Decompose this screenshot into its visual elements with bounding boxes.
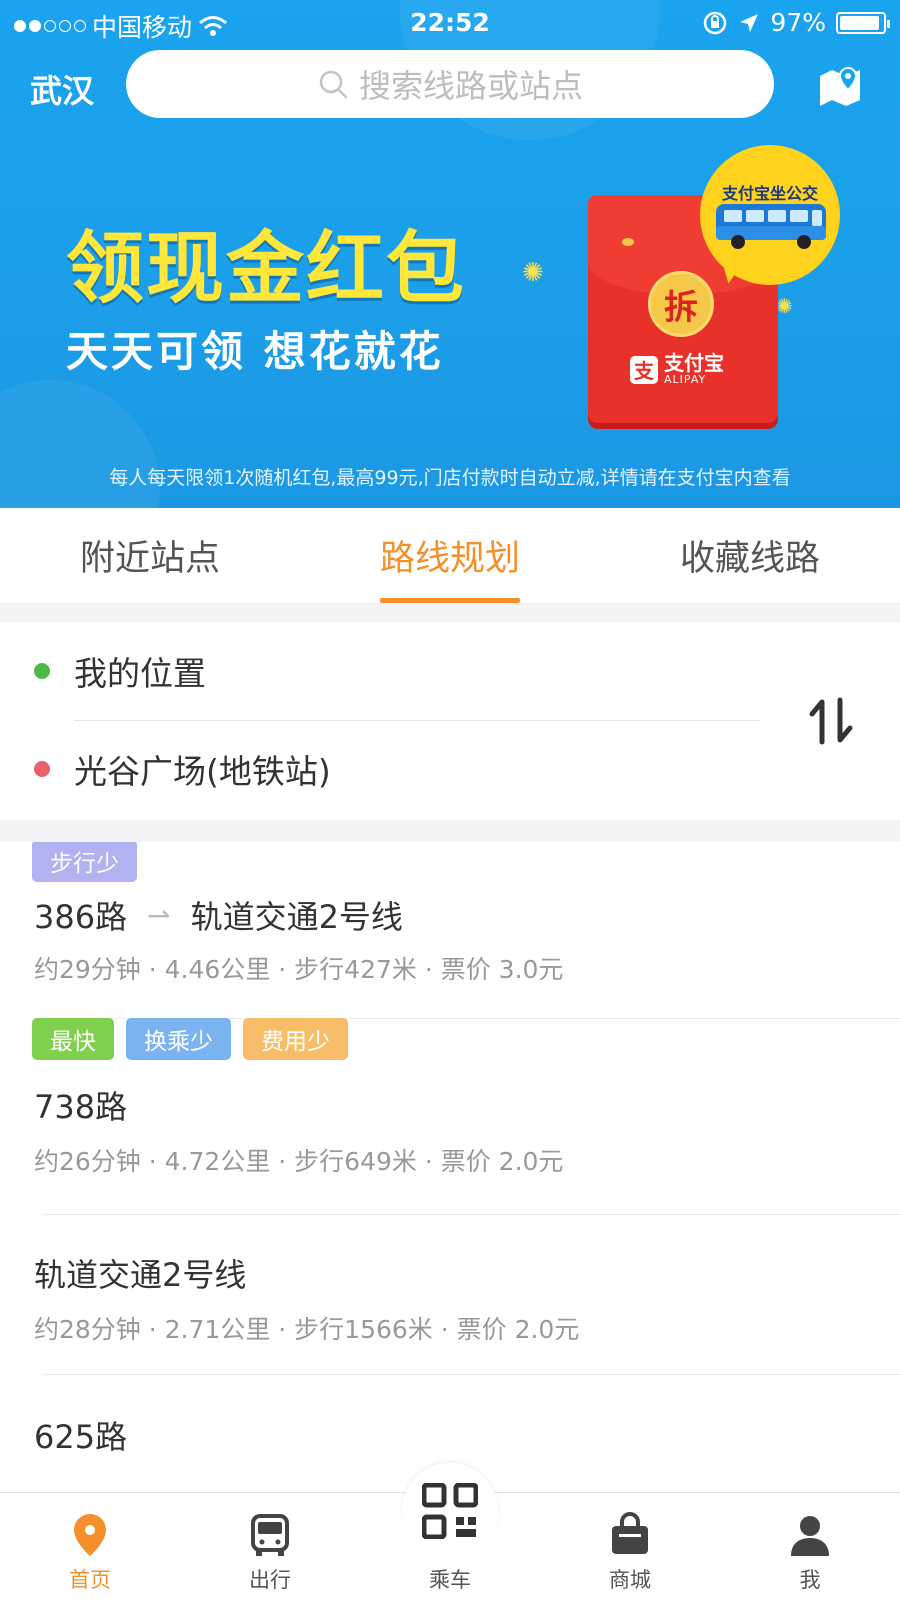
open-envelope-button: 拆 [648,271,714,337]
bus-icon [716,204,826,249]
header-banner-area: 中国移动 22:52 97% 武汉 搜索线路或站点 领现金红包 天天可领 想花就… [0,0,900,508]
swap-direction-icon[interactable] [808,696,854,746]
nav-label: 乘车 [429,1568,471,1592]
route-result-item[interactable]: 最快 换乘少 费用少 738路 约26分钟 · 4.72公里 · 步行649米 … [0,1018,900,1214]
arrow-right-icon: ⇀ [147,898,171,932]
route-segment: 625路 [34,1418,128,1456]
origin-field[interactable]: 我的位置 [0,622,760,720]
tag-fewer-transfers: 换乘少 [126,1018,231,1060]
banner-note: 每人每天限领1次随机红包,最高99元,门店付款时自动立减,详情请在支付宝内查看 [109,467,791,489]
nav-me[interactable]: 我 [720,1493,900,1600]
search-placeholder: 搜索线路或站点 [358,67,583,105]
tag-lower-cost: 费用少 [243,1018,348,1060]
sparkle-icon: ✺ [522,258,544,288]
banner-title[interactable]: 领现金红包 [66,206,466,318]
status-bar: 中国移动 22:52 97% [0,0,900,44]
search-icon [319,70,348,99]
battery-icon [836,11,890,34]
destination-dot-icon [34,761,50,777]
banner-subtitle: 天天可领 想花就花 [66,327,444,376]
nav-label: 我 [799,1568,821,1592]
tab-route-planning[interactable]: 路线规划 [300,508,600,603]
battery-percent: 97% [770,8,826,37]
location-pin-icon [74,1514,106,1556]
nav-travel[interactable]: 出行 [180,1493,360,1600]
qr-code-icon [422,1483,478,1539]
tag-fastest: 最快 [32,1018,114,1060]
nav-mall[interactable]: 商城 [540,1493,720,1600]
tab-nearby-stations[interactable]: 附近站点 [0,508,300,603]
tab-bar: 附近站点 路线规划 收藏线路 [0,508,900,604]
nav-label: 商城 [609,1568,651,1592]
route-result-item[interactable]: 步行少 386路 ⇀ 轨道交通2号线 约29分钟 · 4.46公里 · 步行42… [0,842,900,1018]
location-arrow-icon [740,13,759,32]
origin-dot-icon [34,663,50,679]
nav-home[interactable]: 首页 [0,1493,180,1600]
person-icon [791,1516,829,1556]
tab-saved-routes[interactable]: 收藏线路 [600,508,900,603]
route-segment: 738路 [34,1088,128,1126]
bottom-nav: 首页 出行 乘车 商城 我 [0,1463,900,1600]
route-meta: 约26分钟 · 4.72公里 · 步行649米 · 票价 2.0元 [34,1147,564,1176]
shopping-bag-icon [612,1512,648,1554]
alipay-logo: 支 支付宝 ALIPAY [630,353,724,386]
route-segment: 386路 [34,898,128,936]
sparkle-icon: ✺ [776,294,793,318]
route-meta: 约28分钟 · 2.71公里 · 步行1566米 · 票价 2.0元 [34,1315,580,1344]
orientation-lock-icon [704,11,727,34]
route-input-panel: 我的位置 光谷广场(地铁站) [0,622,900,820]
tag-less-walking: 步行少 [32,842,137,882]
route-results-list: 步行少 386路 ⇀ 轨道交通2号线 约29分钟 · 4.46公里 · 步行42… [0,842,900,1492]
bus-icon [251,1514,289,1556]
nav-label: 出行 [249,1568,291,1592]
destination-text: 光谷广场(地铁站) [74,752,331,791]
destination-field[interactable]: 光谷广场(地铁站) [0,720,760,818]
coin-decor [622,238,634,246]
origin-text: 我的位置 [74,654,206,693]
route-result-item[interactable]: 轨道交通2号线 约28分钟 · 2.71公里 · 步行1566米 · 票价 2.… [0,1214,900,1374]
nav-ride[interactable]: 乘车 [360,1463,540,1600]
nav-label: 首页 [69,1568,111,1592]
map-icon[interactable] [818,64,862,106]
route-meta: 约29分钟 · 4.46公里 · 步行427米 · 票价 3.0元 [34,955,564,984]
search-input[interactable]: 搜索线路或站点 [126,50,774,118]
city-selector[interactable]: 武汉 [30,66,94,112]
route-segment: 轨道交通2号线 [34,1256,247,1294]
route-segment: 轨道交通2号线 [190,898,403,936]
